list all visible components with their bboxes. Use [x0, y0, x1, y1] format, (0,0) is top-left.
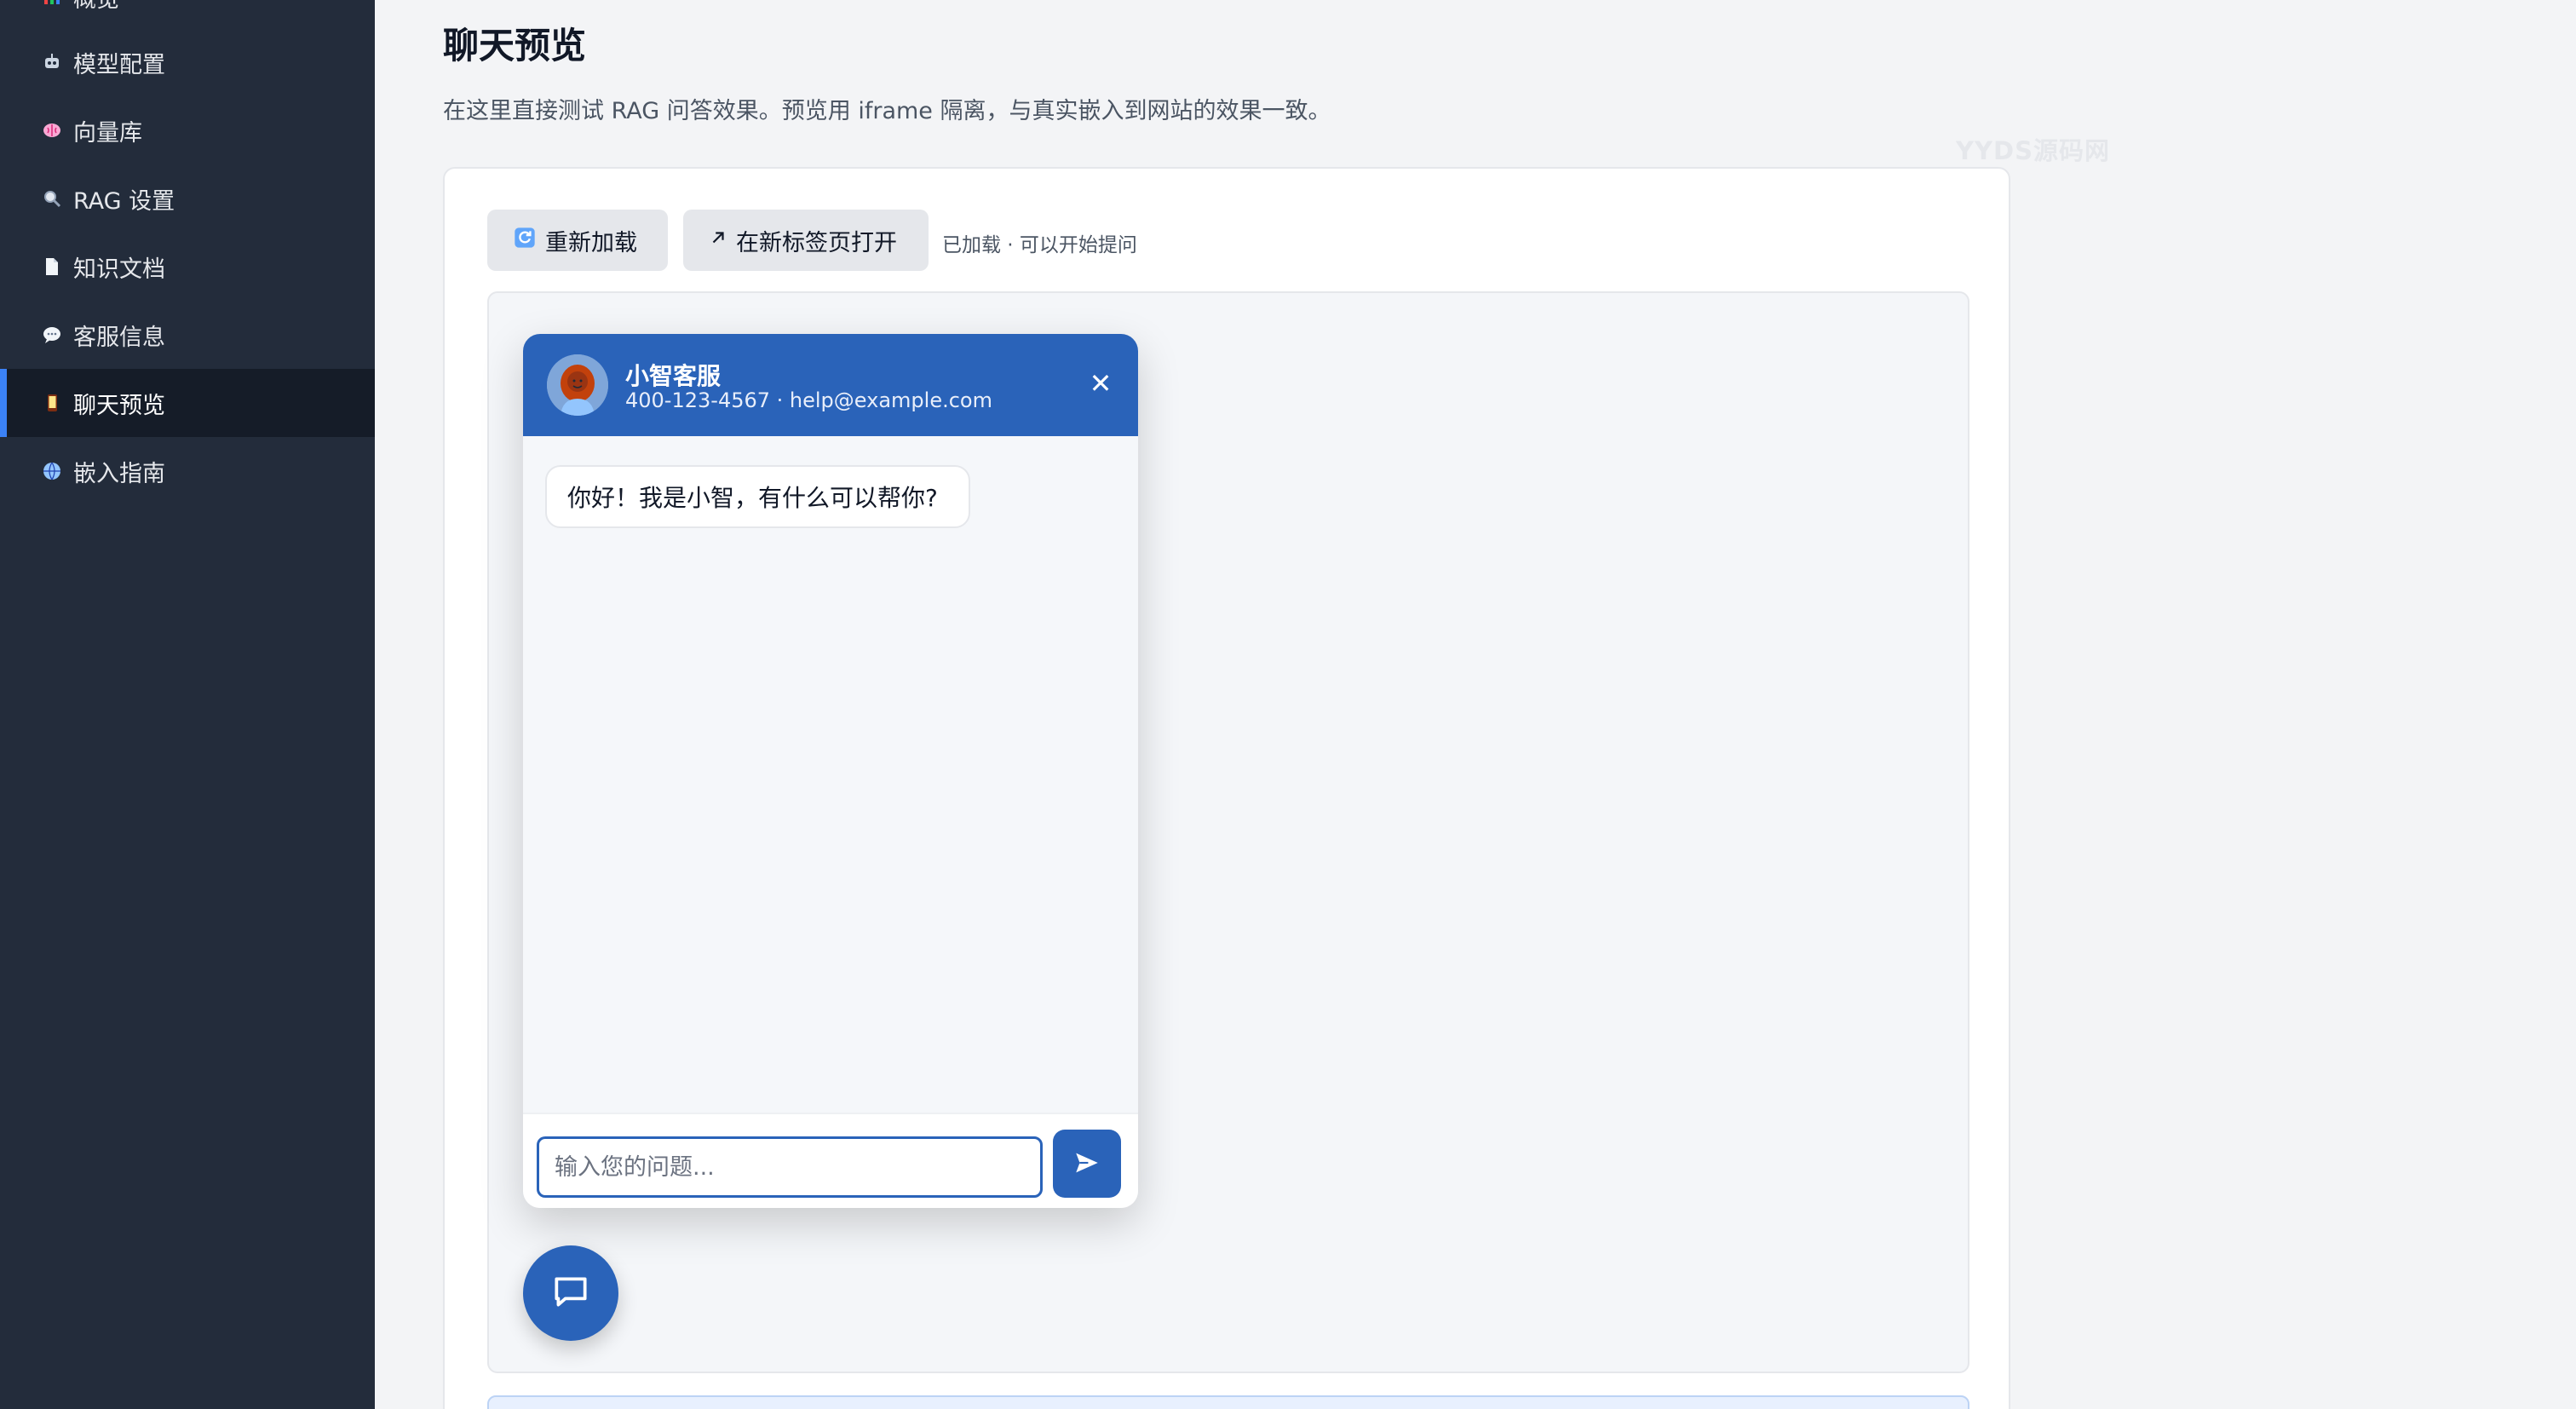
chat-input[interactable] [537, 1136, 1043, 1198]
magnifier-icon [39, 186, 65, 211]
send-icon [1072, 1148, 1101, 1180]
admin-app: 概览 模型配置 向量库 RAG 设置 知识文档 [0, 0, 2576, 1409]
sidebar-item-chat-preview[interactable]: 聊天预览 [0, 369, 375, 437]
chat-widget: 小智客服 400-123-4567 · help@example.com ✕ 你… [523, 334, 1138, 1208]
reload-button[interactable]: 重新加载 [487, 210, 668, 271]
external-arrow-icon [709, 227, 727, 253]
phone-icon [39, 390, 65, 416]
sidebar-item-embed-guide[interactable]: 嵌入指南 [0, 437, 375, 505]
info-panel [487, 1395, 1969, 1409]
document-icon [39, 254, 65, 279]
refresh-icon [513, 226, 537, 256]
chat-header: 小智客服 400-123-4567 · help@example.com ✕ [523, 334, 1138, 436]
load-status: 已加载 · 可以开始提问 [942, 234, 1137, 256]
sidebar-item-label: 知识文档 [73, 256, 165, 283]
page-title: 聊天预览 [443, 25, 587, 66]
chat-input-bar [523, 1113, 1138, 1208]
preview-card: 重新加载 在新标签页打开 已加载 · 可以开始提问 小智客服 400-123-4… [443, 167, 2010, 1409]
avatar [547, 354, 608, 416]
chat-bubble-icon [549, 1270, 592, 1316]
sidebar-item-model-config[interactable]: 模型配置 [0, 28, 375, 96]
open-new-tab-button[interactable]: 在新标签页打开 [683, 210, 929, 271]
sidebar-item-overview[interactable]: 概览 [0, 0, 375, 31]
brain-icon [39, 118, 65, 143]
agent-contact: 400-123-4567 · help@example.com [625, 388, 992, 412]
bot-message: 你好！我是小智，有什么可以帮你? [545, 465, 970, 528]
open-new-tab-label: 在新标签页打开 [736, 229, 897, 256]
robot-icon [39, 49, 65, 75]
sidebar-item-label: 概览 [73, 0, 119, 14]
main-content: 聊天预览 在这里直接测试 RAG 问答效果。预览用 iframe 隔离，与真实嵌… [375, 0, 2576, 1409]
sidebar-item-label: 向量库 [73, 119, 142, 147]
send-button[interactable] [1053, 1130, 1121, 1198]
sidebar-item-label: 嵌入指南 [73, 460, 165, 487]
reload-label: 重新加载 [545, 229, 637, 256]
sidebar: 概览 模型配置 向量库 RAG 设置 知识文档 [0, 0, 375, 1409]
sidebar-item-label: 客服信息 [73, 324, 165, 351]
agent-name: 小智客服 [625, 362, 722, 390]
close-icon[interactable]: ✕ [1085, 367, 1116, 400]
chat-launcher-button[interactable] [523, 1245, 618, 1341]
preview-iframe-area: 小智客服 400-123-4567 · help@example.com ✕ 你… [487, 291, 1969, 1373]
globe-icon [39, 458, 65, 484]
speech-bubble-icon [39, 322, 65, 348]
watermark: YYDS源码网 [1956, 136, 2110, 165]
sidebar-item-label: RAG 设置 [73, 187, 175, 215]
sidebar-item-vector-store[interactable]: 向量库 [0, 96, 375, 164]
sidebar-item-label: 模型配置 [73, 51, 165, 78]
sidebar-item-knowledge-docs[interactable]: 知识文档 [0, 233, 375, 301]
sidebar-item-service-info[interactable]: 客服信息 [0, 301, 375, 369]
page-description: 在这里直接测试 RAG 问答效果。预览用 iframe 隔离，与真实嵌入到网站的… [443, 98, 1331, 124]
sidebar-item-label: 聊天预览 [73, 392, 165, 419]
sidebar-item-rag-settings[interactable]: RAG 设置 [0, 164, 375, 233]
chart-icon [39, 0, 65, 9]
